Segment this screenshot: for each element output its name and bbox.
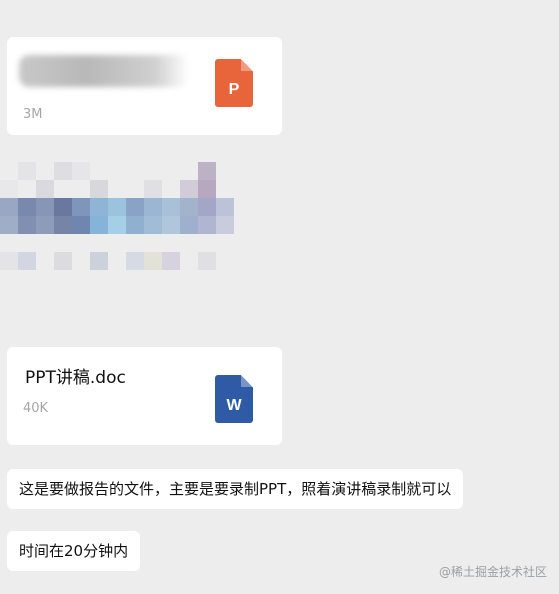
file-size: 40K — [23, 401, 49, 416]
file-name: PPT讲稿.doc — [25, 368, 126, 388]
pixelated-image-message[interactable] — [0, 162, 235, 277]
file-size: 3M — [23, 107, 43, 122]
message-text: 时间在20分钟内 — [19, 542, 129, 560]
obscured-file-name — [19, 55, 189, 87]
text-message[interactable]: 这是要做报告的文件，主要是要录制PPT，照着演讲稿录制就可以 — [7, 469, 464, 509]
ppt-file-icon: P — [215, 59, 253, 107]
watermark: @稀土掘金技术社区 — [438, 565, 547, 579]
file-message-ppt[interactable]: 3M P — [7, 37, 282, 135]
file-message-word[interactable]: PPT讲稿.doc 40K W — [7, 347, 282, 445]
text-message[interactable]: 时间在20分钟内 — [7, 531, 141, 571]
message-text: 这是要做报告的文件，主要是要录制PPT，照着演讲稿录制就可以 — [19, 480, 452, 498]
word-file-icon: W — [215, 375, 253, 423]
